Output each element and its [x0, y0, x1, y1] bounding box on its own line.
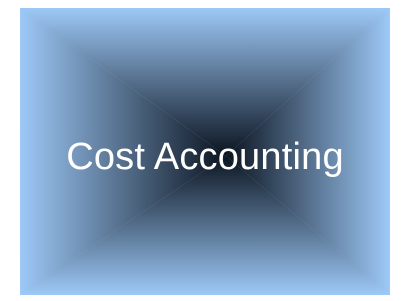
page: Cost Accounting	[0, 0, 403, 301]
page-title: Cost Accounting	[66, 136, 344, 178]
gradient-panel: Cost Accounting	[20, 8, 390, 295]
